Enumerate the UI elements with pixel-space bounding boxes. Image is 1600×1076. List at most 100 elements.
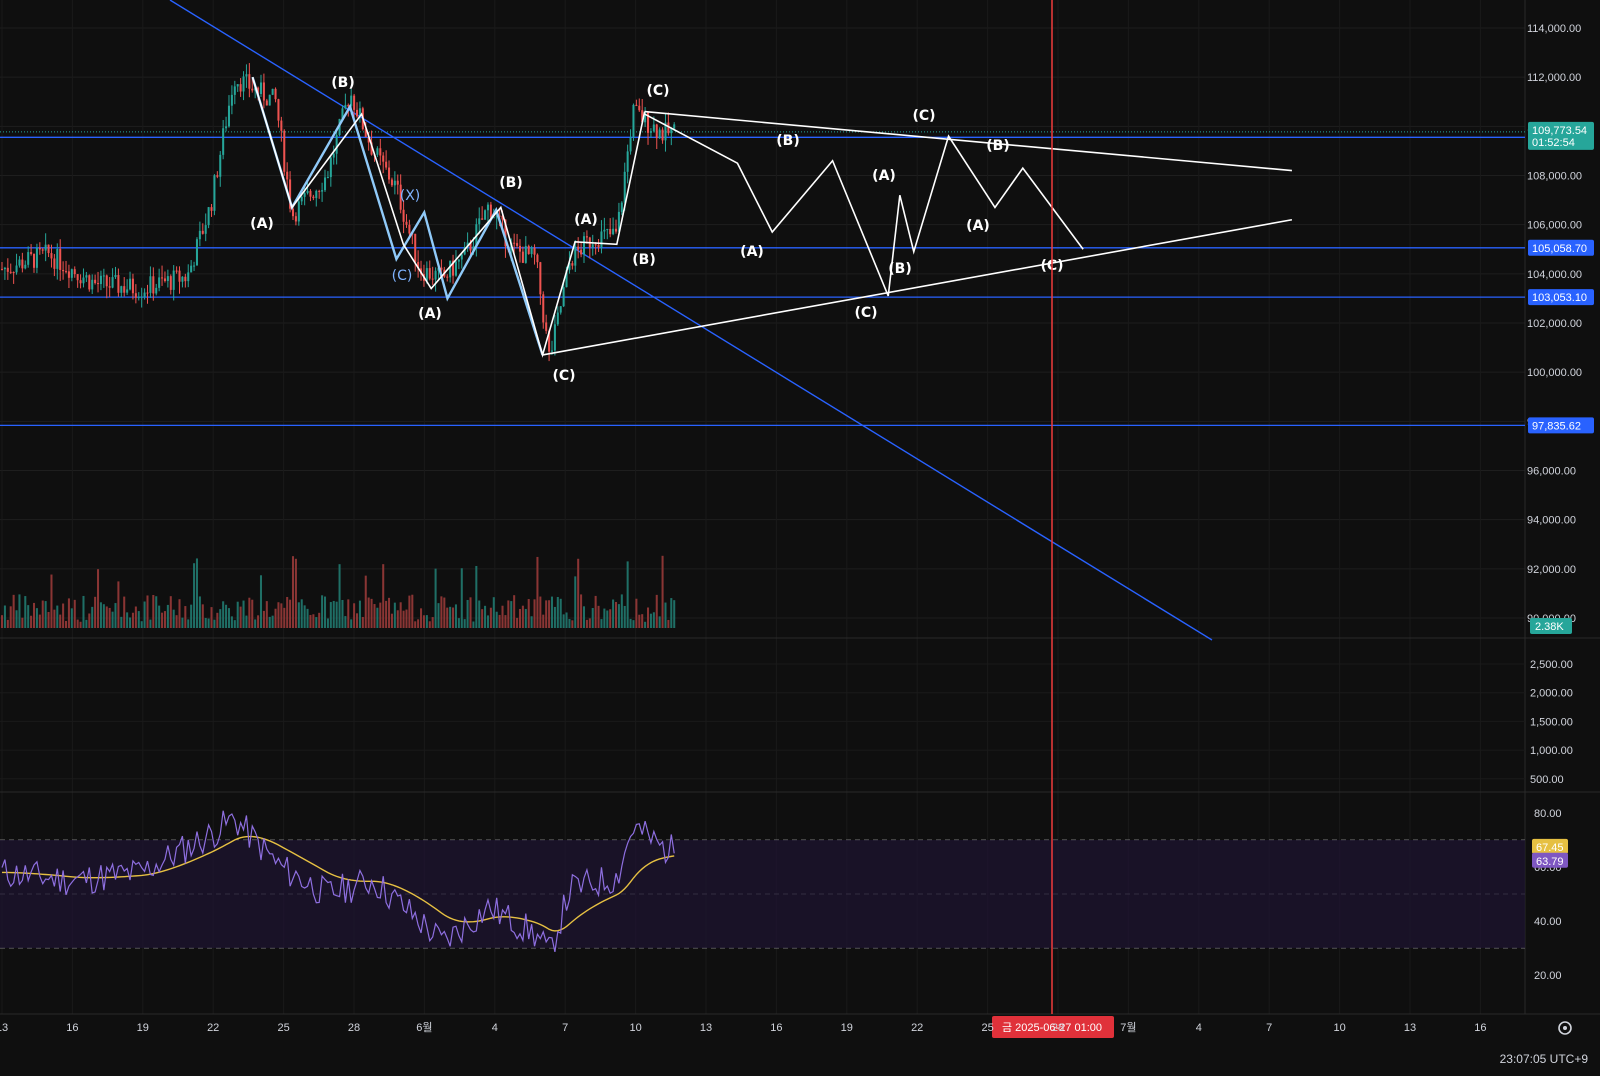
volume-bar xyxy=(562,614,565,628)
volume-bar xyxy=(475,565,478,628)
volume-tick-label: 500.00 xyxy=(1530,774,1564,786)
wave-label: (B) xyxy=(888,261,911,277)
volume-bar xyxy=(524,608,527,628)
candle-body xyxy=(306,190,309,194)
volume-bar xyxy=(402,610,405,628)
volume-bar xyxy=(478,600,481,628)
candle-body xyxy=(300,196,303,202)
volume-bar xyxy=(321,595,324,628)
candle-body xyxy=(559,306,562,313)
volume-bar xyxy=(257,615,260,628)
candle-body xyxy=(326,177,329,179)
volume-bar xyxy=(21,617,24,628)
volume-bar xyxy=(489,607,492,628)
volume-bar xyxy=(353,603,356,628)
volume-bar xyxy=(251,599,254,628)
volume-bar xyxy=(527,599,530,628)
volume-bar xyxy=(382,564,385,628)
candle-body xyxy=(518,245,521,252)
candle-body xyxy=(62,269,65,272)
candle-body xyxy=(67,271,70,278)
candle-body xyxy=(550,350,554,352)
candle-body xyxy=(449,260,452,278)
volume-bar xyxy=(580,594,583,628)
candle-body xyxy=(172,270,175,290)
candle-body xyxy=(329,157,332,178)
volume-bar xyxy=(201,604,204,628)
volume-bar xyxy=(335,601,338,628)
clock-readout: 23:07:05 UTC+9 xyxy=(1499,1052,1588,1066)
volume-bar xyxy=(131,612,134,628)
volume-bar xyxy=(388,597,391,628)
volume-bar xyxy=(588,618,591,628)
time-tick-label: 19 xyxy=(841,1022,853,1034)
candle-body xyxy=(18,259,21,266)
volume-bar xyxy=(591,608,594,628)
candle-body xyxy=(181,276,184,282)
time-tick-label: 10 xyxy=(1333,1022,1345,1034)
price-tick-label: 100,000.00 xyxy=(1527,367,1582,379)
volume-bar xyxy=(420,608,423,628)
candle-body xyxy=(521,251,524,263)
candle-body xyxy=(149,276,152,293)
candle-body xyxy=(626,151,629,172)
volume-bar xyxy=(612,599,615,628)
candle-body xyxy=(414,233,417,262)
candle-body xyxy=(85,275,88,278)
volume-bar xyxy=(347,599,350,628)
volume-bar xyxy=(326,618,329,628)
candle-body xyxy=(137,297,140,299)
volume-bar xyxy=(667,619,670,628)
candle-body xyxy=(24,264,27,269)
volume-bar xyxy=(620,594,623,628)
volume-bar xyxy=(582,606,586,628)
candle-body xyxy=(390,179,393,186)
volume-bar xyxy=(507,600,510,628)
candle-body xyxy=(405,221,408,225)
volume-bar xyxy=(134,606,137,628)
wave-label: (A) xyxy=(872,168,896,184)
candle-body xyxy=(79,280,82,284)
volume-bar xyxy=(431,617,434,628)
wave-label: (C) xyxy=(912,108,935,124)
candle-body xyxy=(533,247,536,255)
volume-bar xyxy=(187,619,190,628)
volume-bar xyxy=(6,619,9,628)
time-tick-label: 22 xyxy=(911,1022,923,1034)
candle-body xyxy=(97,283,100,285)
candle-body xyxy=(102,275,105,277)
wave-label: (X) xyxy=(400,188,421,204)
candle-body xyxy=(318,190,321,192)
candle-body xyxy=(312,196,315,199)
candle-body xyxy=(623,171,626,203)
volume-bar xyxy=(88,613,91,628)
volume-bar xyxy=(239,606,242,628)
volume-bar xyxy=(379,602,382,628)
candle-body xyxy=(30,252,33,254)
volume-bar xyxy=(79,621,82,628)
candle-body xyxy=(635,104,638,106)
volume-bar xyxy=(594,595,597,628)
candle-body xyxy=(425,268,428,281)
rsi-tick-label: 80.00 xyxy=(1534,808,1562,820)
time-tick-label: 4 xyxy=(492,1022,498,1034)
candle-body xyxy=(606,229,609,231)
volume-bar xyxy=(70,608,73,628)
candle-body xyxy=(271,88,274,95)
volume-bar xyxy=(97,569,100,628)
volume-bar xyxy=(254,619,257,628)
volume-bar xyxy=(166,604,169,628)
volume-bar xyxy=(658,616,661,628)
trading-chart[interactable]: (A) (B) (X) (C) (A) (B) (C) (A) (B) (C) (A) (B) (B) (… xyxy=(0,0,1600,1076)
candle-body xyxy=(303,193,306,197)
candle-body xyxy=(356,109,359,117)
time-tick-label: 4 xyxy=(1196,1022,1202,1034)
price-tick-label: 114,000.00 xyxy=(1527,23,1581,35)
volume-bar xyxy=(443,597,446,628)
wave-label: (A) xyxy=(966,218,990,234)
volume-bar xyxy=(172,609,175,628)
candle-body xyxy=(65,271,68,273)
candle-body xyxy=(274,88,277,100)
volume-bar xyxy=(536,556,539,628)
candle-body xyxy=(88,275,91,290)
